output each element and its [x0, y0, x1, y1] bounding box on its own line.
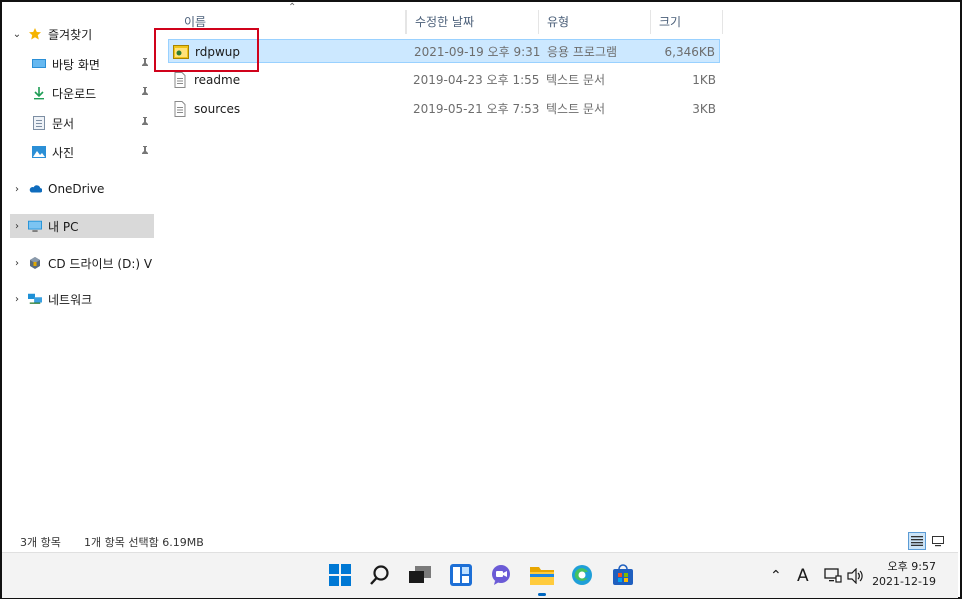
- file-explorer-taskbar-button[interactable]: [528, 561, 556, 589]
- store-icon: [613, 564, 633, 585]
- pin-icon[interactable]: [140, 146, 150, 158]
- details-view-button[interactable]: [908, 532, 926, 550]
- chevron-right-icon[interactable]: ›: [10, 221, 24, 232]
- edge-icon: [572, 565, 592, 585]
- large-icons-view-button[interactable]: [929, 532, 947, 550]
- file-size: 6,346KB: [664, 45, 715, 59]
- clock-time: 오후 9:57: [887, 560, 936, 573]
- download-arrow-icon: [32, 86, 46, 100]
- file-size: 3KB: [692, 102, 716, 116]
- nav-label: 네트워크: [48, 292, 93, 307]
- edge-button[interactable]: [568, 561, 596, 589]
- show-hidden-icons-button[interactable]: ⌃: [770, 553, 782, 598]
- chat-icon: [492, 565, 510, 585]
- task-view-button[interactable]: [406, 561, 434, 589]
- file-type: 텍스트 문서: [546, 102, 606, 116]
- start-button[interactable]: [326, 561, 354, 589]
- nav-label: 문서: [52, 116, 75, 131]
- volume-button[interactable]: [847, 553, 865, 598]
- speaker-icon: [847, 567, 863, 584]
- file-type: 텍스트 문서: [546, 73, 606, 87]
- nav-item-desktop[interactable]: 바탕 화면: [32, 52, 154, 76]
- picture-icon: [32, 145, 46, 159]
- large-icons-view-icon: [932, 535, 944, 546]
- nav-item-documents[interactable]: 문서: [32, 111, 154, 135]
- file-name: sources: [194, 102, 241, 116]
- file-modified: 2019-05-21 오후 7:53: [413, 102, 540, 116]
- chevron-up-icon[interactable]: ⌃: [770, 568, 782, 584]
- nav-cd-drive[interactable]: › CD 드라이브 (D:) V: [10, 251, 154, 275]
- file-type: 응용 프로그램: [547, 45, 618, 59]
- status-bar: 3개 항목 1개 항목 선택함 6.19MB: [2, 530, 958, 552]
- file-row[interactable]: sources 2019-05-21 오후 7:53 텍스트 문서 3KB: [168, 97, 720, 121]
- cd-drive-icon: [28, 256, 42, 270]
- nav-item-pictures[interactable]: 사진: [32, 140, 154, 164]
- item-count: 3개 항목: [20, 536, 61, 549]
- chevron-right-icon[interactable]: ›: [10, 258, 24, 269]
- nav-label: 사진: [52, 145, 75, 160]
- nav-label: 내 PC: [48, 219, 79, 234]
- nav-onedrive[interactable]: › OneDrive: [10, 177, 154, 201]
- windows-logo-icon: [329, 564, 351, 586]
- input-method-indicator[interactable]: A: [797, 553, 809, 598]
- desktop-icon: [32, 57, 46, 71]
- task-view-icon: [409, 566, 431, 583]
- nav-item-downloads[interactable]: 다운로드: [32, 81, 154, 105]
- network-icon: [28, 292, 42, 306]
- nav-label: 즐겨찾기: [48, 27, 93, 42]
- chevron-down-icon[interactable]: ⌄: [10, 29, 24, 40]
- computer-icon: [28, 219, 42, 233]
- nav-label: 바탕 화면: [52, 57, 100, 72]
- pin-icon[interactable]: [140, 58, 150, 70]
- widgets-button[interactable]: [447, 561, 475, 589]
- clock-date: 2021-12-19: [872, 575, 936, 588]
- nav-label: OneDrive: [48, 182, 105, 196]
- nav-quick-access[interactable]: ⌄ 즐겨찾기: [10, 22, 154, 46]
- star-icon: [28, 27, 42, 41]
- selection-info: 1개 항목 선택함 6.19MB: [84, 536, 204, 549]
- file-modified: 2019-04-23 오후 1:55: [413, 73, 540, 87]
- highlight-box: [154, 28, 259, 72]
- search-button[interactable]: [366, 561, 394, 589]
- wired-network-icon: [824, 567, 842, 583]
- taskbar: ⌃ A 오후 9:57 2021-12-19: [2, 552, 958, 598]
- chevron-right-icon[interactable]: ›: [10, 184, 24, 195]
- folder-icon: [530, 567, 554, 585]
- file-explorer-window: ⌄ 즐겨찾기 바탕 화면 다운로드 문서 사진 › OneDrive › 내 P…: [2, 2, 958, 552]
- nav-network[interactable]: › 네트워크: [10, 287, 154, 311]
- nav-this-pc[interactable]: › 내 PC: [10, 214, 154, 238]
- cloud-icon: [28, 182, 42, 196]
- network-status-button[interactable]: [824, 553, 842, 598]
- column-header-size[interactable]: 크기: [651, 10, 723, 34]
- file-modified: 2021-09-19 오후 9:31: [414, 45, 541, 59]
- chevron-right-icon[interactable]: ›: [10, 294, 24, 305]
- file-size: 1KB: [692, 73, 716, 87]
- document-icon: [32, 116, 46, 130]
- active-app-indicator: [538, 593, 546, 596]
- column-header-modified[interactable]: 수정한 날짜: [406, 10, 539, 34]
- pin-icon[interactable]: [140, 117, 150, 129]
- widgets-icon: [450, 564, 472, 586]
- navigation-pane: ⌄ 즐겨찾기 바탕 화면 다운로드 문서 사진 › OneDrive › 내 P…: [2, 2, 154, 530]
- system-clock[interactable]: 오후 9:57 2021-12-19: [872, 559, 936, 589]
- nav-label: 다운로드: [52, 86, 97, 101]
- column-header-type[interactable]: 유형: [539, 10, 651, 34]
- pin-icon[interactable]: [140, 87, 150, 99]
- file-name-cell[interactable]: sources: [172, 97, 240, 121]
- search-icon: [370, 565, 389, 585]
- text-file-icon: [172, 101, 188, 117]
- details-view-icon: [911, 536, 923, 546]
- store-button[interactable]: [609, 561, 637, 589]
- chat-button[interactable]: [487, 561, 515, 589]
- nav-label: CD 드라이브 (D:) V: [48, 256, 153, 271]
- text-file-icon: [172, 72, 188, 88]
